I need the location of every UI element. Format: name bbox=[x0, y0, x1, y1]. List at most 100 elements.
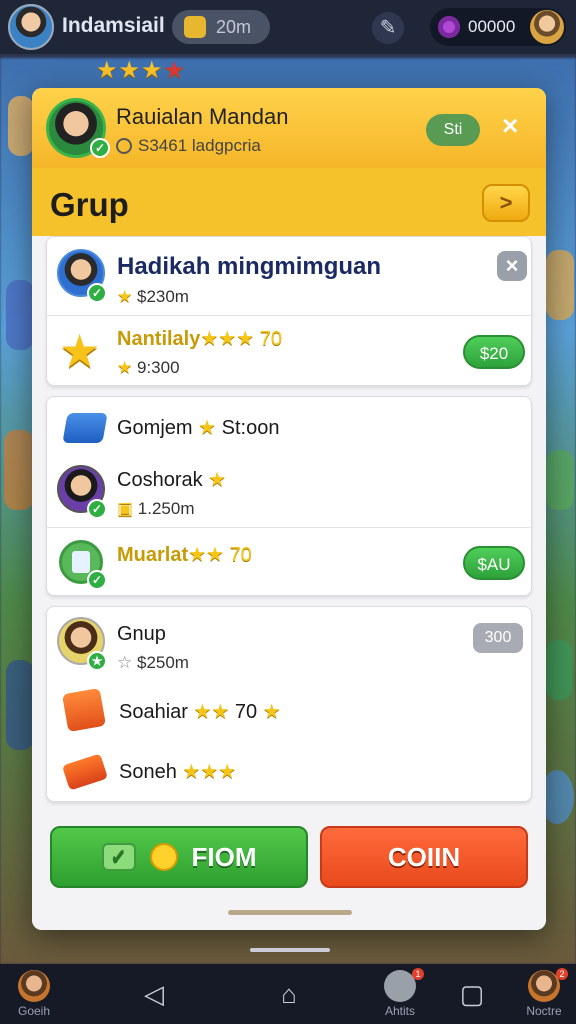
list-item[interactable]: Soneh ★★★ bbox=[47, 741, 533, 803]
reward-title-text: Muarlat bbox=[117, 544, 189, 566]
list-item-subtitle-value: $250m bbox=[136, 653, 189, 672]
count-badge: 300 bbox=[473, 623, 523, 653]
big-star-icon: ★ bbox=[59, 325, 101, 377]
claim-reward-button[interactable]: $AU bbox=[463, 546, 525, 580]
currency-pill[interactable]: 00000 bbox=[430, 8, 566, 46]
group-members-card: ★ Gnup ☆ $250m 300 Soahiar ★★ 70 ★ Soneh… bbox=[46, 606, 532, 802]
reward-subtitle: ★ 9:300 bbox=[117, 358, 180, 378]
list-item-subtitle: ▣ 1.250m bbox=[117, 499, 195, 519]
group-modal: ✓ Rauialan Mandan S3461 ladgpcria Sti × … bbox=[32, 88, 546, 930]
reward-row: ★ Nantilaly★★★ 70 ★ 9:300 $20 bbox=[47, 315, 533, 387]
verified-check-icon: ✓ bbox=[87, 570, 107, 590]
nav-notices[interactable]: Noctre 2 bbox=[522, 964, 568, 1018]
weekly-reward-card: ✓ Hadikah mingmimguan ★ $230m × ★ Nantil… bbox=[46, 236, 533, 387]
dismiss-button[interactable]: × bbox=[497, 251, 527, 281]
orange-box-icon bbox=[61, 687, 107, 733]
profile-location: S3461 ladgpcria bbox=[116, 136, 261, 156]
nav-avatar-icon bbox=[18, 970, 50, 1002]
list-item[interactable]: Gomjem ★ St:oon bbox=[47, 397, 533, 455]
list-item-title-text: Soneh bbox=[119, 761, 177, 783]
list-item-title: Coshorak ★ bbox=[117, 467, 226, 492]
check-icon: ✓ bbox=[101, 843, 136, 871]
energy-icon bbox=[184, 16, 206, 38]
list-item-title-text: Soahiar bbox=[119, 701, 188, 723]
card-header-row: ✓ Hadikah mingmimguan ★ $230m × bbox=[47, 237, 533, 315]
card-subtitle: ★ $230m bbox=[117, 287, 189, 307]
primary-action-label: FIOM bbox=[191, 841, 257, 872]
star-icon: ★★ bbox=[193, 701, 230, 723]
bg-building bbox=[546, 250, 574, 320]
nav-alerts[interactable]: Ahtits 1 bbox=[378, 964, 424, 1018]
game-top-bar: Indamsiail 20m ✎ 00000 bbox=[0, 0, 576, 54]
back-icon[interactable]: ◁ bbox=[140, 964, 168, 1024]
recents-icon[interactable]: ▢ bbox=[458, 964, 486, 1024]
list-item-extra: 70 bbox=[234, 701, 258, 723]
star-icon: ▣ bbox=[117, 499, 134, 518]
system-nav-bar: Goeih ◁ ⌂ Ahtits 1 ▢ Noctre 2 bbox=[0, 964, 576, 1024]
energy-pill[interactable]: 20m bbox=[172, 10, 270, 44]
list-item[interactable]: ★ Gnup ☆ $250m 300 bbox=[47, 607, 533, 679]
list-item-title: Gnup bbox=[117, 623, 166, 645]
primary-action-button[interactable]: ✓ FIOM bbox=[50, 826, 308, 888]
nav-profile-label: Goeih bbox=[17, 1004, 51, 1018]
list-item[interactable]: ✓ Coshorak ★ ▣ 1.250m bbox=[47, 455, 533, 527]
reward-stars: ★★★ 70 bbox=[200, 328, 282, 350]
list-item[interactable]: Soahiar ★★ 70 ★ bbox=[47, 679, 533, 741]
home-icon[interactable]: ⌂ bbox=[274, 964, 304, 1024]
gem-icon bbox=[438, 16, 460, 38]
status-button[interactable]: Sti bbox=[426, 114, 480, 146]
location-pin-icon bbox=[116, 138, 132, 154]
bg-building bbox=[546, 640, 572, 700]
orange-ticket-icon bbox=[61, 753, 109, 791]
notification-badge: 2 bbox=[556, 968, 568, 980]
claim-reward-button[interactable]: $20 bbox=[463, 335, 525, 369]
star-outline-icon: ☆ bbox=[117, 653, 133, 672]
reward-row: ✓ Muarlat★★ 70 $AU bbox=[47, 527, 533, 597]
star-icon: ★ bbox=[117, 358, 133, 377]
reward-stars: ★★ 70 bbox=[188, 544, 252, 566]
nav-profile[interactable]: Goeih bbox=[12, 964, 56, 1018]
notification-badge: 1 bbox=[412, 968, 424, 980]
list-item-title-text: Coshorak bbox=[117, 469, 203, 491]
verified-check-icon: ★ bbox=[87, 651, 107, 671]
list-item-title: Soahiar ★★ 70 ★ bbox=[119, 699, 281, 724]
close-modal-button[interactable]: × bbox=[502, 110, 518, 142]
card-subtitle-value: $230m bbox=[136, 287, 189, 306]
reward-subtitle-value: 9:300 bbox=[136, 358, 180, 377]
blue-box-icon bbox=[62, 413, 108, 443]
star-icon: ★ bbox=[198, 417, 217, 439]
tools-icon[interactable]: ✎ bbox=[372, 12, 404, 44]
list-item-extra: St:oon bbox=[221, 417, 280, 439]
nav-alerts-label: Ahtits bbox=[384, 1004, 415, 1018]
level-stars: ★★★★ bbox=[96, 57, 187, 84]
player-avatar[interactable] bbox=[8, 4, 54, 50]
card-title: Hadikah mingmimguan bbox=[117, 253, 382, 280]
star-icon: ★★★ bbox=[182, 761, 237, 783]
bg-building bbox=[8, 96, 34, 156]
coin-icon bbox=[149, 843, 178, 871]
verified-check-icon: ✓ bbox=[87, 283, 107, 303]
action-bar: ✓ FIOM COIIN bbox=[32, 808, 546, 930]
modal-handle bbox=[228, 910, 352, 915]
star-icon: ★ bbox=[208, 469, 227, 491]
bg-building bbox=[6, 280, 34, 350]
energy-value: 20m bbox=[216, 16, 252, 37]
nav-notices-label: Noctre bbox=[526, 1004, 562, 1018]
profile-badge-icon[interactable] bbox=[530, 10, 564, 44]
list-item-subtitle-value: 1.250m bbox=[137, 499, 195, 518]
list-item-title-text: Gomjem bbox=[117, 417, 193, 439]
list-item-subtitle: ☆ $250m bbox=[117, 653, 189, 673]
star-icon: ★ bbox=[117, 287, 133, 306]
profile-name: Rauialan Mandan bbox=[116, 104, 289, 129]
verified-check-icon: ✓ bbox=[87, 499, 107, 519]
bg-building bbox=[546, 450, 574, 510]
profile-header: ✓ Rauialan Mandan S3461 ladgpcria Sti × bbox=[32, 88, 546, 168]
list-item-title: Gomjem ★ St:oon bbox=[117, 415, 279, 440]
group-next-button[interactable]: > bbox=[482, 184, 530, 222]
player-name: Indamsiail bbox=[62, 14, 165, 37]
secondary-action-button[interactable]: COIIN bbox=[320, 826, 528, 888]
bg-building bbox=[4, 430, 34, 510]
group-header: Grup > bbox=[32, 168, 546, 236]
currency-value: 00000 bbox=[468, 17, 516, 36]
list-item-title: Soneh ★★★ bbox=[119, 759, 236, 784]
